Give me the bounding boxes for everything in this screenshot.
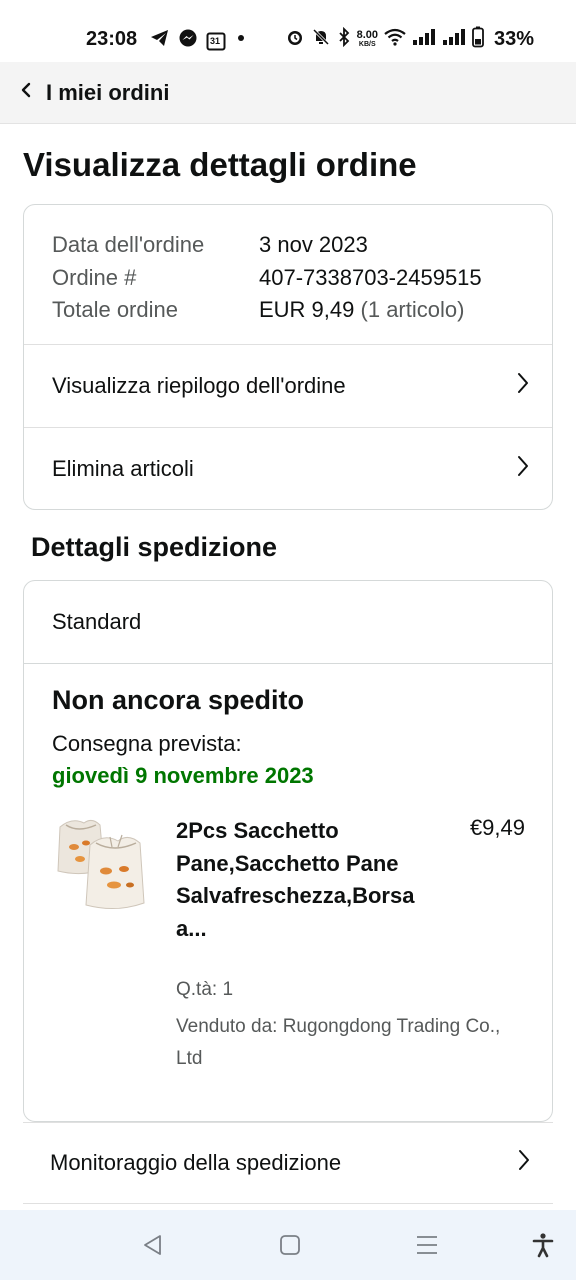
- calendar-icon: 31: [206, 31, 226, 51]
- product-quantity: Q.tà: 1: [176, 979, 234, 1000]
- order-total-label: Totale ordine: [52, 297, 178, 322]
- dot-icon: [234, 28, 248, 53]
- back-label: I miei ordini: [46, 79, 170, 105]
- order-total-amount: EUR 9,49: [259, 297, 355, 322]
- delete-items-label: Elimina articoli: [52, 455, 194, 481]
- mute-icon: [311, 27, 331, 52]
- order-total-row: Totale ordine EUR 9,49 (1 articolo): [52, 294, 524, 327]
- nav-back-icon[interactable]: [140, 1232, 166, 1258]
- accessibility-icon[interactable]: [530, 1232, 556, 1258]
- order-total-value: EUR 9,49 (1 articolo): [259, 294, 464, 327]
- page-title: Visualizza dettagli ordine: [23, 146, 417, 183]
- track-shipment-label: Monitoraggio della spedizione: [50, 1150, 342, 1175]
- signal-icon: [412, 27, 436, 52]
- back-button[interactable]: I miei ordini: [0, 62, 169, 123]
- order-number-row: Ordine # 407-7338703-2459515: [52, 262, 524, 295]
- net-speed: 8.00 KB/S: [356, 28, 378, 49]
- wifi-icon: [384, 27, 406, 52]
- product-title-link[interactable]: 2Pcs Sacchetto Pane,Sacchetto Pane Salva…: [176, 815, 434, 945]
- telegram-icon: [150, 28, 170, 53]
- order-total-items: (1 articolo): [360, 297, 465, 322]
- system-icons: 8.00 KB/S: [285, 26, 484, 53]
- product-price: €9,49: [469, 815, 525, 840]
- expected-delivery-label: Consegna prevista:: [52, 731, 242, 756]
- delete-items-link[interactable]: Elimina articoli: [24, 427, 552, 509]
- product-image[interactable]: [52, 813, 156, 917]
- signal-icon: [442, 27, 466, 52]
- status-time: 23:08: [86, 28, 138, 50]
- chevron-right-icon: [516, 371, 530, 401]
- chevron-right-icon: [517, 1148, 531, 1178]
- battery-percent: 33%: [493, 28, 534, 50]
- shipping-card: Standard Non ancora spedito Consegna pre…: [23, 580, 553, 1122]
- shipping-details-title: Dettagli spedizione: [31, 532, 278, 562]
- bluetooth-icon: [337, 26, 351, 52]
- status-bar: 23:08 31 8.00 KB/S 33%: [0, 0, 576, 62]
- expected-delivery-date: giovedì 9 novembre 2023: [52, 763, 314, 788]
- order-date-label: Data dell'ordine: [52, 232, 205, 257]
- order-date-value: 3 nov 2023: [259, 232, 368, 257]
- battery-icon: [472, 26, 484, 53]
- chevron-left-icon: [20, 82, 32, 103]
- alarm-icon: [285, 27, 305, 52]
- chevron-right-icon: [516, 454, 530, 484]
- app-header: I miei ordini: [0, 62, 576, 124]
- view-order-summary-label: Visualizza riepilogo dell'ordine: [52, 373, 346, 398]
- notification-icons: 31: [150, 28, 248, 53]
- order-summary-card: Data dell'ordine 3 nov 2023 Ordine # 407…: [23, 204, 553, 510]
- calendar-day: 31: [210, 35, 221, 46]
- net-speed-value: 8.00: [356, 28, 378, 41]
- nav-recents-icon[interactable]: [414, 1232, 440, 1258]
- shipping-method: Standard: [24, 581, 552, 664]
- net-speed-unit: KB/S: [358, 40, 376, 48]
- order-number-value: 407-7338703-2459515: [259, 264, 482, 290]
- order-date-row: Data dell'ordine 3 nov 2023: [52, 229, 524, 262]
- track-shipment-link[interactable]: Monitoraggio della spedizione: [23, 1122, 553, 1204]
- order-number-label: Ordine #: [52, 264, 137, 290]
- system-nav-bar: [0, 1210, 576, 1280]
- order-info: Data dell'ordine 3 nov 2023 Ordine # 407…: [24, 205, 552, 345]
- shipping-status: Non ancora spedito: [52, 685, 305, 715]
- product-seller: Venduto da: Rugongdong Trading Co., Ltd: [176, 1016, 501, 1069]
- messenger-icon: [178, 28, 198, 53]
- nav-home-icon[interactable]: [277, 1232, 303, 1258]
- view-order-summary-link[interactable]: Visualizza riepilogo dell'ordine: [24, 345, 552, 427]
